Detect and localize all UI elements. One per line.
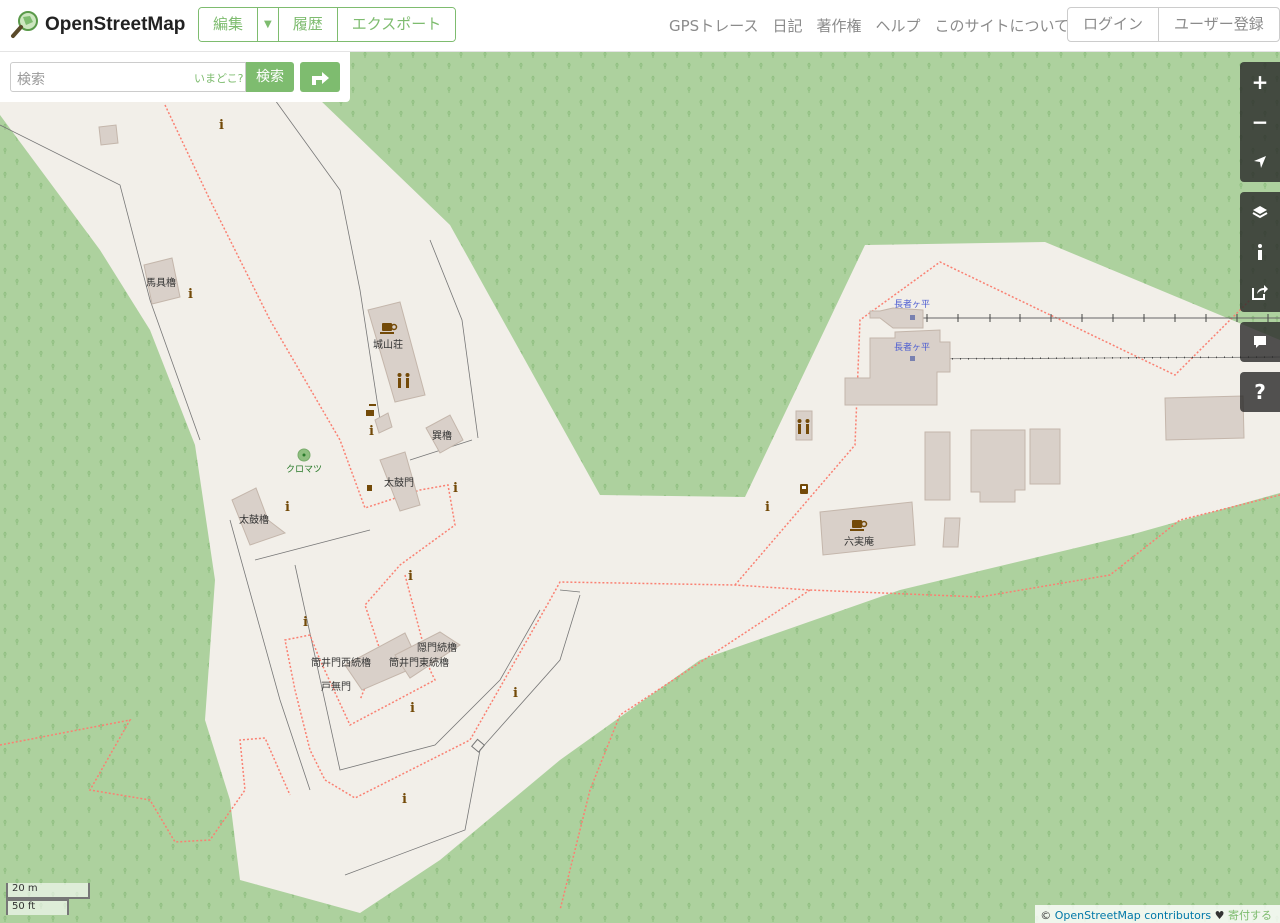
nav-about[interactable]: このサイトについて: [935, 15, 1070, 36]
label-tsutsui-east: 筒井門東続櫓: [389, 656, 449, 669]
auth-buttons: ログイン ユーザー登録: [1067, 7, 1280, 42]
svg-text:i: i: [219, 118, 224, 133]
osm-contributors-link[interactable]: OpenStreetMap contributors: [1055, 909, 1211, 922]
add-note-icon[interactable]: [1240, 322, 1280, 362]
svg-text:i: i: [410, 701, 415, 716]
svg-text:i: i: [408, 569, 413, 584]
nav-gps-traces[interactable]: GPSトレース: [669, 15, 758, 36]
share-icon[interactable]: [1240, 272, 1280, 312]
nav-links: GPSトレース 日記 著作権 ヘルプ このサイトについて: [669, 15, 1083, 36]
note-controls: [1240, 322, 1280, 362]
nav-help[interactable]: ヘルプ: [875, 15, 920, 36]
logo[interactable]: OpenStreetMap: [10, 10, 185, 40]
waste-basket-icon: [367, 485, 372, 491]
svg-text:i: i: [402, 792, 407, 807]
vending-icon: [800, 484, 808, 494]
directions-icon: [312, 72, 329, 85]
edit-dropdown-chevron-down-icon[interactable]: ▼: [258, 8, 279, 41]
login-button[interactable]: ログイン: [1068, 8, 1160, 41]
svg-text:i: i: [453, 481, 458, 496]
label-taiko-yagura: 太鼓櫓: [239, 513, 269, 526]
station-marker-1: [910, 315, 915, 320]
label-tonashi: 戸無門: [321, 680, 351, 693]
station-marker-2: [910, 356, 915, 361]
nav-copyright[interactable]: 著作権: [816, 15, 861, 36]
where-am-i-link[interactable]: いまどこ?: [194, 70, 244, 86]
scale-imperial: 50 ft: [6, 899, 69, 915]
copyright-symbol: ©: [1040, 909, 1052, 922]
label-rokujitsuan: 六実庵: [844, 535, 874, 548]
svg-text:i: i: [285, 500, 290, 515]
svg-text:i: i: [188, 287, 193, 302]
svg-text:i: i: [369, 424, 374, 439]
donate-link[interactable]: 寄付する: [1228, 909, 1272, 922]
query-features-icon[interactable]: ?: [1240, 372, 1280, 412]
map-canvas[interactable]: i i i i i i i i i i i 馬具櫓 城山荘 巽櫓 クロマツ 太鼓…: [0, 0, 1280, 923]
search-panel: 検索 いまどこ? 検索: [0, 52, 350, 102]
heart-icon: ♥: [1214, 909, 1225, 922]
directions-button[interactable]: [300, 62, 340, 92]
label-station-1: 長者ヶ平: [894, 299, 930, 310]
zoom-in-icon[interactable]: +: [1240, 62, 1280, 102]
signup-button[interactable]: ユーザー登録: [1159, 8, 1279, 41]
svg-text:i: i: [765, 500, 770, 515]
map-key-icon[interactable]: [1240, 232, 1280, 272]
svg-text:i: i: [513, 686, 518, 701]
zoom-out-icon[interactable]: −: [1240, 102, 1280, 142]
attribution: © OpenStreetMap contributors ♥ 寄付する: [1035, 905, 1280, 923]
label-tatsumi: 巽櫓: [432, 429, 452, 442]
export-button[interactable]: エクスポート: [337, 8, 456, 41]
geolocate-icon[interactable]: [1240, 142, 1280, 182]
layers-icon[interactable]: [1240, 192, 1280, 232]
search-button[interactable]: 検索: [246, 62, 294, 92]
header: OpenStreetMap 編集 ▼ 履歴 エクスポート GPSトレース 日記 …: [0, 0, 1280, 52]
scale-metric: 20 m: [6, 883, 90, 899]
label-tsutsui-west: 筒井門西続櫓: [311, 656, 371, 669]
osm-logo-icon: [11, 11, 38, 38]
query-controls: ?: [1240, 372, 1280, 412]
history-button[interactable]: 履歴: [278, 8, 338, 41]
edit-button[interactable]: 編集: [199, 8, 259, 41]
nav-diary[interactable]: 日記: [772, 15, 802, 36]
logo-text: OpenStreetMap: [45, 14, 186, 35]
label-joyama: 城山荘: [373, 339, 403, 351]
map-tools: [1240, 192, 1280, 312]
label-kuromatsu: クロマツ: [286, 464, 322, 475]
label-taiko-mon: 太鼓門: [384, 476, 414, 489]
label-station-2: 長者ヶ平: [894, 342, 930, 353]
zoom-controls: + −: [1240, 62, 1280, 182]
label-kakure: 隠門続櫓: [417, 641, 457, 654]
label-bagu: 馬具櫓: [146, 276, 176, 289]
edit-button-group: 編集 ▼ 履歴 エクスポート: [198, 7, 457, 42]
svg-text:i: i: [303, 615, 308, 630]
